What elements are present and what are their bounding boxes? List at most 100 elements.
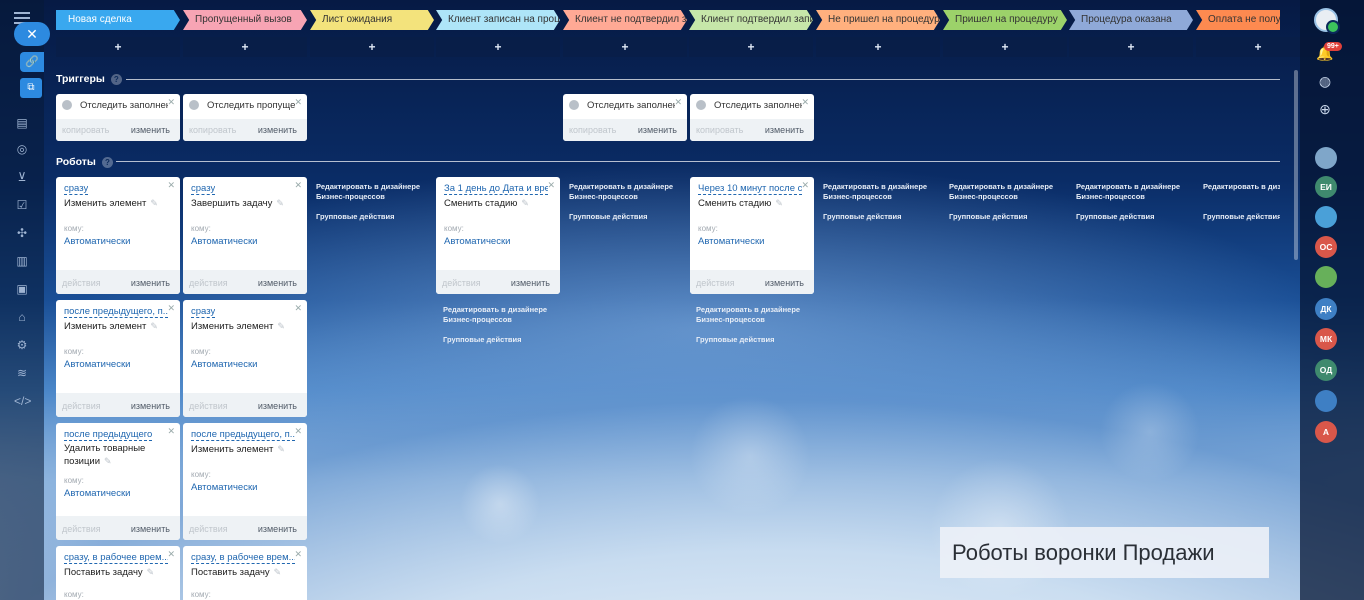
robot-card[interactable]: после предыдущего ✕ Удалить товарные поз… xyxy=(56,423,180,540)
pencil-icon[interactable]: ✎ xyxy=(775,198,783,208)
close-icon[interactable]: ✕ xyxy=(801,180,809,191)
add-button[interactable]: + xyxy=(436,37,560,57)
link-icon[interactable]: 🔗 xyxy=(20,52,44,72)
robot-responsible[interactable]: Автоматически xyxy=(444,236,510,247)
automation-icon[interactable]: ≋ xyxy=(14,366,30,380)
robot-responsible[interactable]: Автоматически xyxy=(64,488,130,499)
add-button[interactable]: + xyxy=(183,37,307,57)
group-actions-link[interactable]: Групповые действия xyxy=(823,212,933,222)
edit-link[interactable]: изменить xyxy=(765,278,804,288)
stage-9[interactable]: Оплата не получена xyxy=(1196,10,1280,30)
close-icon[interactable]: ✕ xyxy=(167,97,175,108)
robot-condition[interactable]: сразу, в рабочее врем... xyxy=(191,552,295,564)
copy-link[interactable]: копировать xyxy=(189,125,236,135)
close-icon[interactable]: ✕ xyxy=(294,97,302,108)
close-icon[interactable]: ✕ xyxy=(294,426,302,437)
group-actions-link[interactable]: Групповые действия xyxy=(696,335,806,345)
help-icon[interactable]: ? xyxy=(110,73,122,85)
group-actions-link[interactable]: Групповые действия xyxy=(443,335,553,345)
close-icon[interactable]: ✕ xyxy=(167,303,175,314)
bp-designer-link[interactable]: Редактировать в дизайнере Бизнес-процесс… xyxy=(316,182,426,202)
developer-icon[interactable]: </> xyxy=(14,394,31,408)
actions-link[interactable]: действия xyxy=(189,401,228,411)
edit-link[interactable]: изменить xyxy=(258,278,297,288)
add-button[interactable]: + xyxy=(816,37,940,57)
robot-responsible[interactable]: Автоматически xyxy=(64,236,130,247)
edit-link[interactable]: изменить xyxy=(765,125,804,135)
robot-card[interactable]: после предыдущего, п... ✕ Изменить элеме… xyxy=(183,423,307,540)
robot-condition[interactable]: сразу xyxy=(191,306,216,318)
close-icon[interactable]: ✕ xyxy=(167,426,175,437)
cart-icon[interactable]: ⊻ xyxy=(14,170,30,184)
actions-link[interactable]: действия xyxy=(442,278,481,288)
target-icon[interactable]: ◎ xyxy=(14,142,30,156)
pencil-icon[interactable]: ✎ xyxy=(274,567,282,577)
avatar[interactable]: ОС xyxy=(1315,236,1337,258)
pencil-icon[interactable]: ✎ xyxy=(147,567,155,577)
bp-designer-link[interactable]: Редактировать в дизайнере Бизнес-процесс… xyxy=(569,182,679,202)
bp-designer-link[interactable]: Редактировать в дизайнере Бизнес-процесс… xyxy=(1203,182,1280,192)
add-button[interactable]: + xyxy=(563,37,687,57)
trigger-card[interactable]: Отследить пропущенный звонок ✕ копироват… xyxy=(183,94,307,141)
close-icon[interactable]: ✕ xyxy=(167,180,175,191)
avatar[interactable]: ДК xyxy=(1315,298,1337,320)
pencil-icon[interactable]: ✎ xyxy=(277,321,285,331)
avatar[interactable] xyxy=(1315,147,1337,169)
edit-link[interactable]: изменить xyxy=(258,524,297,534)
robot-responsible[interactable]: Автоматически xyxy=(191,236,257,247)
robot-condition[interactable]: Через 10 минут после создания xyxy=(698,183,802,195)
group-actions-link[interactable]: Групповые действия xyxy=(316,212,426,222)
pencil-icon[interactable]: ✎ xyxy=(277,444,285,454)
avatar[interactable] xyxy=(1315,390,1337,412)
actions-link[interactable]: действия xyxy=(189,278,228,288)
add-button[interactable]: + xyxy=(943,37,1067,57)
close-icon[interactable]: ✕ xyxy=(167,549,175,560)
add-button[interactable]: + xyxy=(689,37,813,57)
robot-condition[interactable]: сразу, в рабочее врем... xyxy=(64,552,168,564)
actions-link[interactable]: действия xyxy=(696,278,735,288)
copy-link[interactable]: копировать xyxy=(569,125,616,135)
add-button[interactable]: + xyxy=(56,37,180,57)
robot-condition[interactable]: сразу xyxy=(64,183,89,195)
trigger-card[interactable]: Отследить заполнение поля ✕ копировать из… xyxy=(690,94,814,141)
close-icon[interactable]: ✕ xyxy=(294,303,302,314)
robot-card[interactable]: сразу, в рабочее врем... ✕ Поставить зад… xyxy=(183,546,307,600)
robot-condition[interactable]: после предыдущего, п... xyxy=(64,306,168,318)
pencil-icon[interactable]: ✎ xyxy=(276,198,284,208)
group-actions-link[interactable]: Групповые действия xyxy=(1076,212,1186,222)
robot-card[interactable]: За 1 день до Дата и время ✕ Сменить стад… xyxy=(436,177,560,294)
avatar[interactable] xyxy=(1315,206,1337,228)
stage-4[interactable]: Клиент не подтвердил запись xyxy=(563,10,687,30)
bp-designer-link[interactable]: Редактировать в дизайнере Бизнес-процесс… xyxy=(823,182,933,202)
contact-center-icon[interactable]: ▣ xyxy=(14,282,30,296)
close-icon[interactable]: ✕ xyxy=(294,180,302,191)
user-avatar[interactable] xyxy=(1314,8,1340,34)
robot-condition[interactable]: За 1 день до Дата и время xyxy=(444,183,548,195)
avatar[interactable]: А xyxy=(1315,421,1337,443)
robot-responsible[interactable]: Автоматически xyxy=(64,359,130,370)
scrollbar[interactable] xyxy=(1294,70,1298,260)
stage-2[interactable]: Лист ожидания xyxy=(310,10,434,30)
close-icon[interactable]: ✕ xyxy=(674,97,682,108)
stage-5[interactable]: Клиент подтвердил запись xyxy=(689,10,813,30)
stage-1[interactable]: Пропущенный вызов xyxy=(183,10,307,30)
analytics-icon[interactable]: ▥ xyxy=(14,254,30,268)
actions-link[interactable]: действия xyxy=(189,524,228,534)
avatar[interactable]: МК xyxy=(1315,328,1337,350)
close-icon[interactable]: ✕ xyxy=(801,97,809,108)
bp-designer-link[interactable]: Редактировать в дизайнере Бизнес-процесс… xyxy=(949,182,1059,202)
sites-icon[interactable]: ⌂ xyxy=(14,310,30,324)
stage-7[interactable]: Пришел на процедуру xyxy=(943,10,1067,30)
robot-responsible[interactable]: Автоматически xyxy=(698,236,764,247)
edit-link[interactable]: изменить xyxy=(131,125,170,135)
bp-designer-link[interactable]: Редактировать в дизайнере Бизнес-процесс… xyxy=(696,305,806,325)
avatar[interactable]: ОД xyxy=(1315,359,1337,381)
trigger-card[interactable]: Отследить заполнение поля ✕ копировать из… xyxy=(563,94,687,141)
chat-search-icon[interactable]: ⊕ xyxy=(1316,100,1334,118)
edit-link[interactable]: изменить xyxy=(511,278,550,288)
add-button[interactable]: + xyxy=(310,37,434,57)
actions-link[interactable]: действия xyxy=(62,278,101,288)
shop-icon[interactable]: ▤ xyxy=(14,116,30,130)
stage-6[interactable]: Не пришел на процедуру xyxy=(816,10,940,30)
robot-card[interactable]: после предыдущего, п... ✕ Изменить элеме… xyxy=(56,300,180,417)
